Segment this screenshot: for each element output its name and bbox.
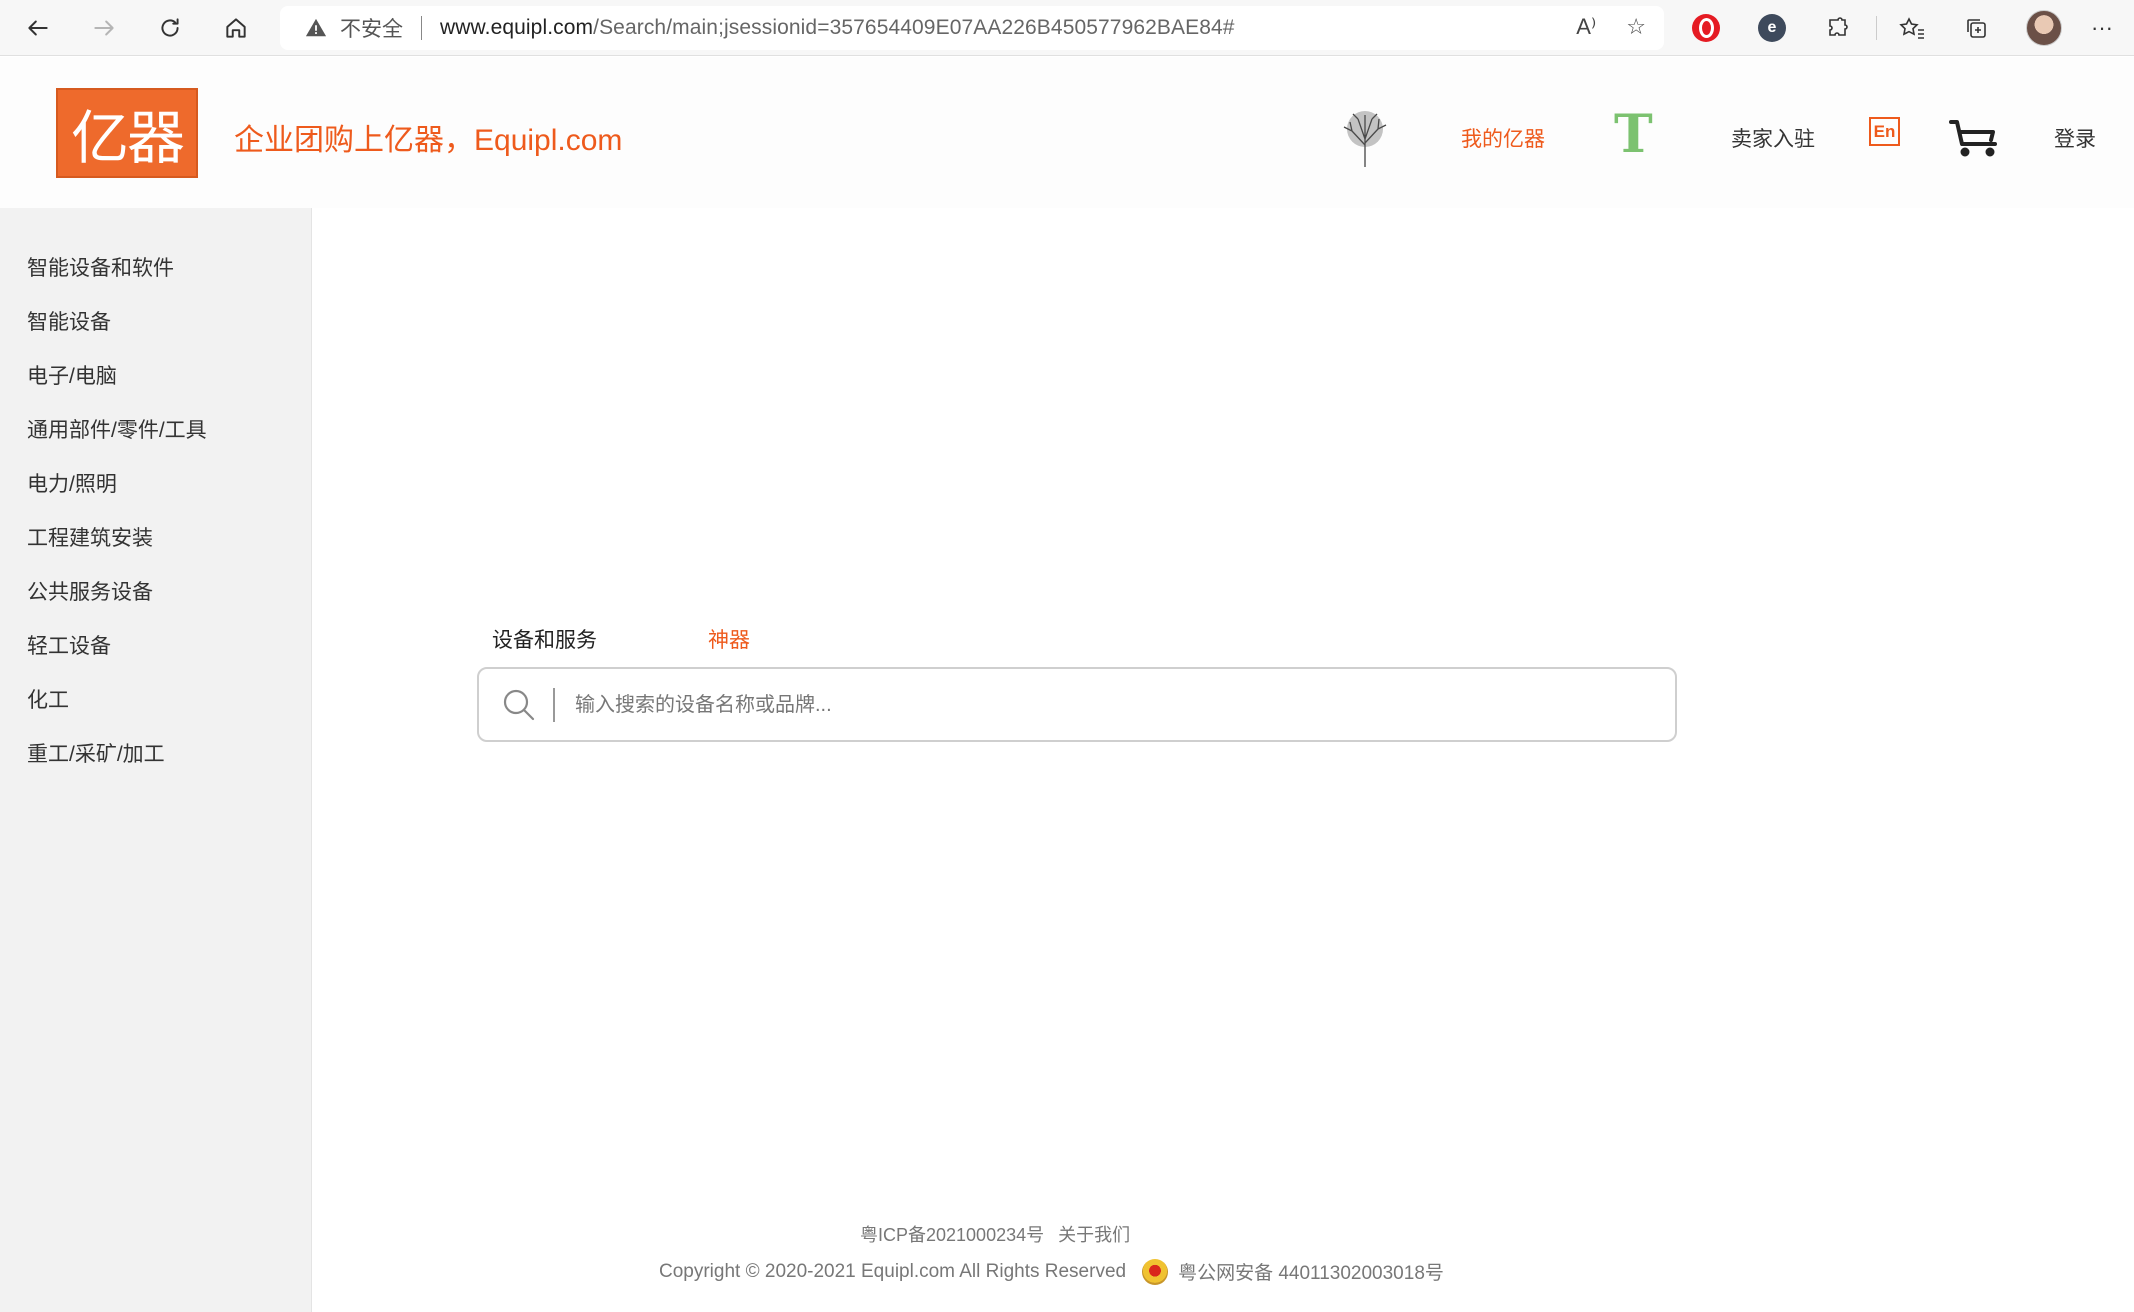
icp-record-link[interactable]: 粤ICP备2021000234号	[860, 1225, 1044, 1245]
insecure-label[interactable]: 不安全	[340, 13, 403, 43]
profile-avatar[interactable]	[2026, 10, 2062, 46]
avatar-image	[2026, 10, 2062, 46]
category-electronics-computers[interactable]: 电子/电脑	[27, 360, 117, 390]
seller-join-link[interactable]: 卖家入驻	[1731, 123, 1815, 153]
extension-e-icon[interactable]: e	[1754, 10, 1790, 46]
collections-icon[interactable]	[1958, 10, 1994, 46]
add-favorite-icon[interactable]: ☆	[1626, 14, 1646, 40]
category-public-service[interactable]: 公共服务设备	[27, 576, 153, 606]
category-sidebar: 智能设备和软件 智能设备 电子/电脑 通用部件/零件/工具 电力/照明 工程建筑…	[0, 208, 312, 1312]
favorites-icon[interactable]	[1894, 10, 1930, 46]
site-header: 亿器 企业团购上亿器，Equipl.com 我的亿器 T 卖家入驻 En 登录	[0, 57, 2134, 208]
address-bar[interactable]: 不安全 www.equipl.com/Search/main;jsessioni…	[280, 6, 1664, 50]
search-icon[interactable]	[501, 687, 537, 723]
copyright-text: Copyright © 2020-2021 Equipl.com All Rig…	[659, 1260, 1127, 1282]
footer-links: 粤ICP备2021000234号 关于我们	[860, 1221, 1130, 1247]
browser-toolbar: 不安全 www.equipl.com/Search/main;jsessioni…	[0, 0, 2134, 56]
opera-logo-icon	[1692, 14, 1720, 42]
search-divider	[553, 688, 555, 722]
login-link[interactable]: 登录	[2054, 123, 2096, 153]
address-actions: A⁾ ☆	[1576, 14, 1646, 40]
extensions-puzzle-icon[interactable]	[1820, 10, 1856, 46]
t-letter-icon[interactable]: T	[1614, 109, 1653, 161]
category-smart-devices-software[interactable]: 智能设备和软件	[27, 252, 174, 282]
home-icon[interactable]	[216, 8, 256, 48]
read-aloud-icon[interactable]: A⁾	[1576, 14, 1596, 40]
category-construction[interactable]: 工程建筑安装	[27, 522, 153, 552]
police-badge-icon	[1142, 1258, 1169, 1285]
extension-e-badge: e	[1758, 14, 1786, 42]
more-menu-icon[interactable]: ···	[2084, 10, 2120, 46]
forward-arrow-icon[interactable]	[84, 8, 124, 48]
footer-copyright-row: Copyright © 2020-2021 Equipl.com All Rig…	[659, 1258, 1444, 1285]
tab-equipment-services[interactable]: 设备和服务	[492, 624, 597, 654]
url-path: /Search/main;jsessionid=357654409E07AA22…	[593, 16, 1235, 39]
url-text[interactable]: www.equipl.com/Search/main;jsessionid=35…	[440, 16, 1235, 40]
category-power-lighting[interactable]: 电力/照明	[27, 468, 117, 498]
address-divider	[421, 16, 422, 40]
opera-extension-icon[interactable]	[1688, 10, 1724, 46]
toolbar-divider	[1876, 16, 1877, 40]
site-slogan: 企业团购上亿器，Equipl.com	[234, 124, 623, 157]
about-us-link[interactable]: 关于我们	[1058, 1225, 1130, 1245]
category-smart-devices[interactable]: 智能设备	[27, 306, 111, 336]
search-box[interactable]	[477, 667, 1677, 742]
warning-icon[interactable]	[304, 16, 328, 40]
cart-icon[interactable]	[1949, 118, 1999, 158]
tab-shenqi[interactable]: 神器	[708, 624, 750, 654]
url-host: www.equipl.com	[440, 16, 594, 39]
police-record-link[interactable]: 粤公网安备 44011302003018号	[1178, 1258, 1444, 1285]
my-equipl-link[interactable]: 我的亿器	[1461, 123, 1545, 153]
equipl-logo[interactable]: 亿器	[56, 88, 198, 178]
category-heavy-industry[interactable]: 重工/采矿/加工	[27, 738, 165, 768]
category-light-industry[interactable]: 轻工设备	[27, 630, 111, 660]
tree-icon[interactable]	[1338, 109, 1392, 169]
back-arrow-icon[interactable]	[18, 8, 58, 48]
category-parts-tools[interactable]: 通用部件/零件/工具	[27, 414, 207, 444]
english-language-button[interactable]: En	[1869, 117, 1900, 146]
category-chemical[interactable]: 化工	[27, 684, 69, 714]
refresh-icon[interactable]	[150, 8, 190, 48]
search-input[interactable]	[573, 681, 1653, 729]
